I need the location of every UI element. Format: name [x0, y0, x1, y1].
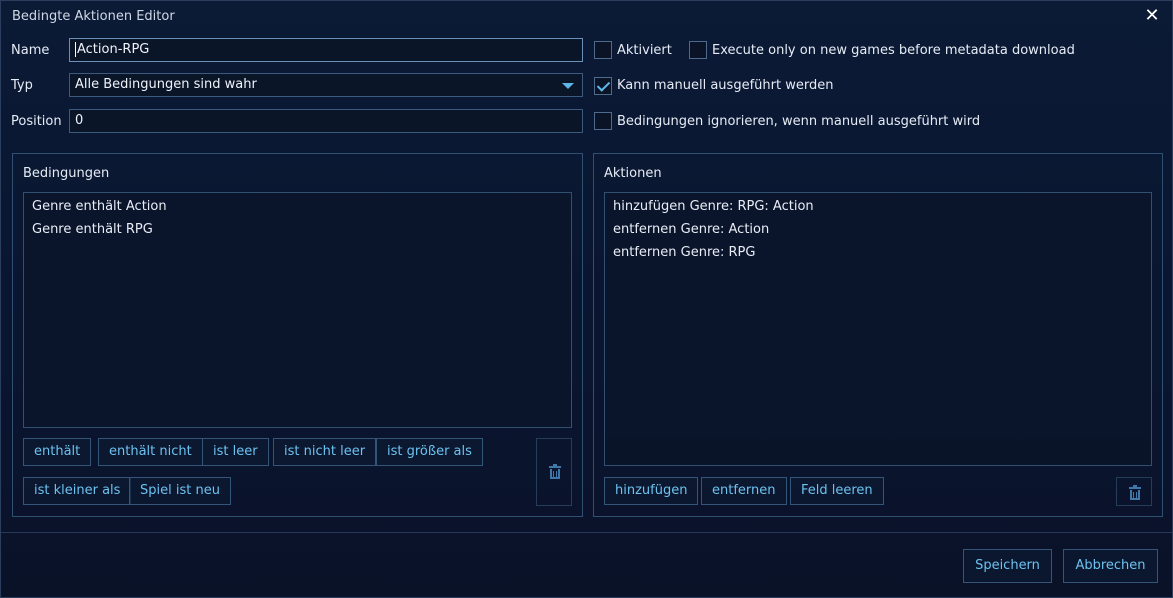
remove-action-button[interactable]: entfernen [701, 477, 787, 505]
clear-field-button[interactable]: Feld leeren [790, 477, 884, 505]
list-item[interactable]: hinzufügen Genre: RPG: Action [605, 195, 1151, 218]
not-contains-button[interactable]: enthält nicht [98, 438, 203, 466]
name-input[interactable]: Action-RPG [69, 38, 583, 62]
list-item[interactable]: entfernen Genre: Action [605, 218, 1151, 241]
actions-title: Aktionen [604, 166, 662, 181]
conditions-title: Bedingungen [23, 166, 110, 181]
position-label: Position [11, 114, 62, 129]
close-icon[interactable]: ✕ [1142, 6, 1162, 26]
ignore-conditions-checkbox[interactable] [594, 112, 612, 130]
delete-condition-button[interactable] [536, 438, 572, 506]
is-not-empty-button[interactable]: ist nicht leer [273, 438, 377, 466]
delete-action-button[interactable] [1116, 477, 1152, 506]
title-bar: Bedingte Aktionen Editor ✕ [1, 1, 1172, 31]
type-value: Alle Bedingungen sind wahr [75, 77, 257, 92]
conditions-list[interactable]: Genre enthält Action Genre enthält RPG [23, 192, 572, 428]
name-value: Action-RPG [77, 42, 150, 57]
position-value: 0 [75, 113, 84, 128]
type-label: Typ [11, 78, 33, 93]
cancel-button[interactable]: Abbrechen [1063, 549, 1158, 583]
save-button[interactable]: Speichern [963, 549, 1052, 583]
add-action-button[interactable]: hinzufügen [604, 477, 699, 505]
trash-icon [549, 464, 561, 479]
list-item[interactable]: Genre enthält RPG [24, 218, 571, 241]
enabled-checkbox[interactable] [594, 41, 612, 59]
new-games-only-label: Execute only on new games before metadat… [712, 43, 1075, 58]
list-item[interactable]: entfernen Genre: RPG [605, 241, 1151, 264]
chevron-down-icon [562, 83, 574, 89]
greater-than-button[interactable]: ist größer als [376, 438, 483, 466]
manual-checkbox[interactable] [594, 77, 612, 95]
new-games-only-checkbox[interactable] [689, 41, 707, 59]
enabled-label: Aktiviert [617, 43, 672, 58]
less-than-button[interactable]: ist kleiner als [23, 477, 132, 505]
name-label: Name [11, 43, 50, 58]
window-title: Bedingte Aktionen Editor [12, 9, 175, 24]
game-is-new-button[interactable]: Spiel ist neu [129, 477, 231, 505]
type-select[interactable]: Alle Bedingungen sind wahr [69, 73, 583, 97]
position-input[interactable]: 0 [69, 109, 583, 133]
contains-button[interactable]: enthält [23, 438, 92, 466]
conditions-panel: Bedingungen Genre enthält Action Genre en… [12, 153, 583, 517]
footer-divider [1, 532, 1172, 533]
editor-window: Bedingte Aktionen Editor ✕ Name Action-R… [0, 0, 1173, 598]
ignore-conditions-label: Bedingungen ignorieren, wenn manuell aus… [617, 114, 981, 129]
actions-list[interactable]: hinzufügen Genre: RPG: Action entfernen G… [604, 192, 1152, 466]
manual-label: Kann manuell ausgeführt werden [617, 78, 834, 93]
text-caret [75, 42, 76, 57]
is-empty-button[interactable]: ist leer [202, 438, 269, 466]
trash-icon [1129, 485, 1141, 500]
actions-panel: Aktionen hinzufügen Genre: RPG: Action en… [593, 153, 1163, 517]
list-item[interactable]: Genre enthält Action [24, 195, 571, 218]
